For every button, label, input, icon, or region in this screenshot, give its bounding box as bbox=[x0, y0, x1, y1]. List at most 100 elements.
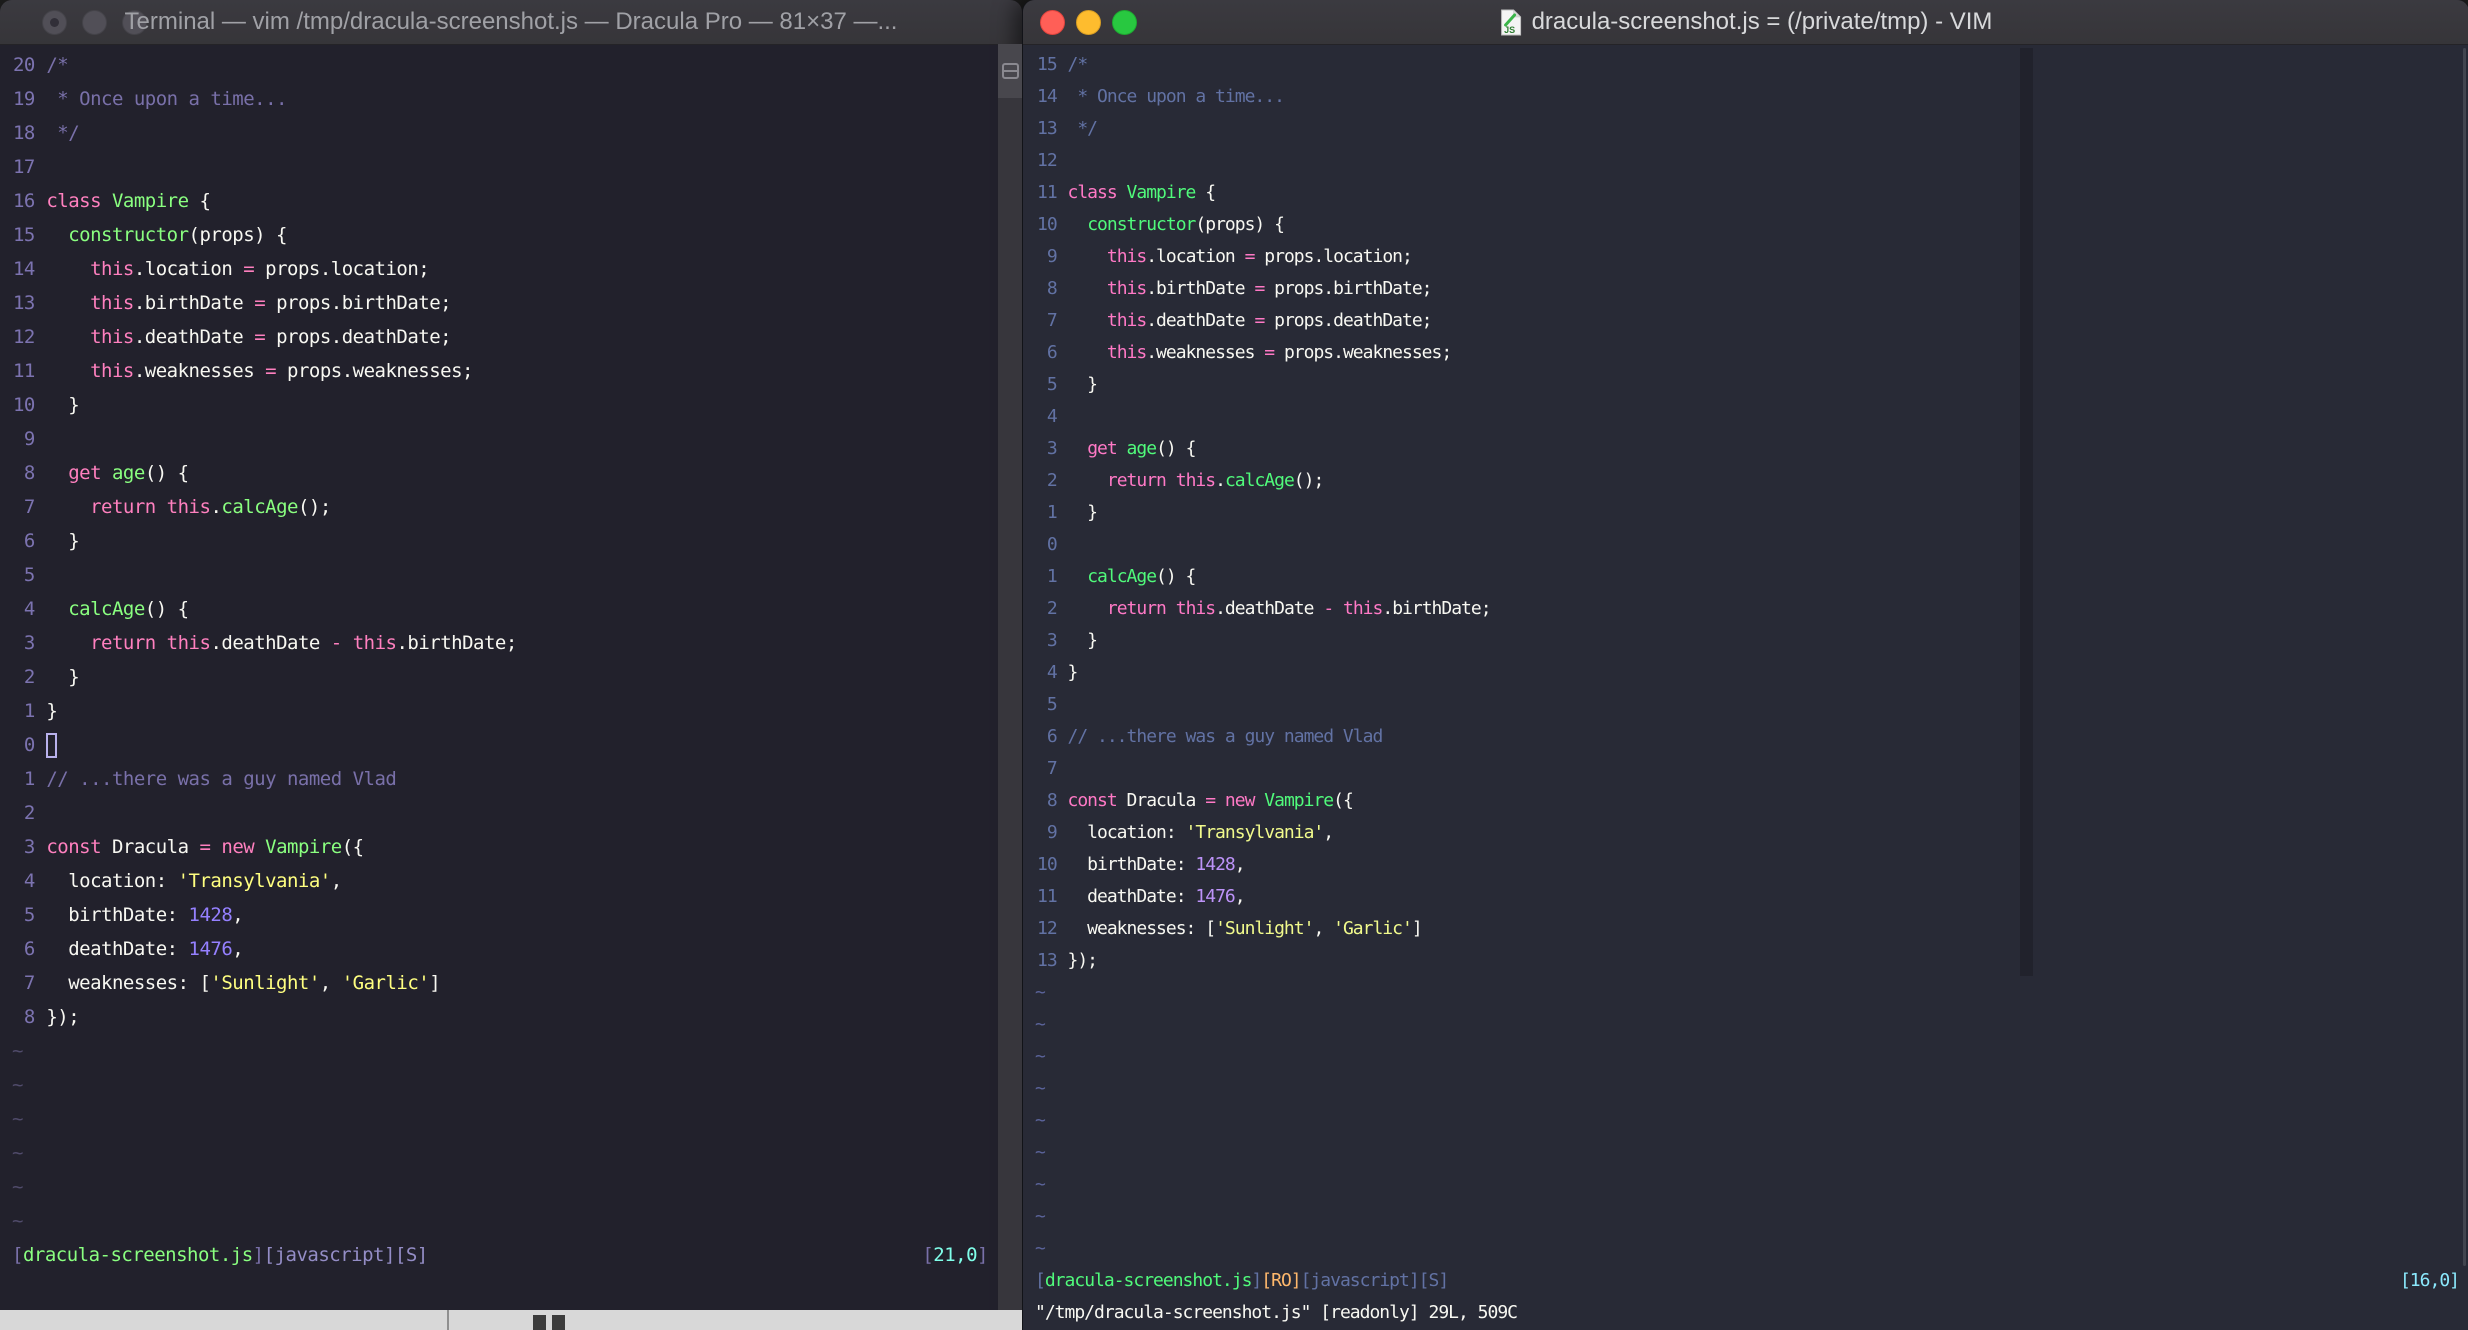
code-line[interactable]: 10 } bbox=[12, 388, 998, 422]
syntax-token: 'Garlic' bbox=[341, 972, 430, 994]
code-line[interactable]: 12 bbox=[1035, 144, 2468, 176]
code-text: this.birthDate = props.birthDate; bbox=[46, 292, 452, 314]
code-line[interactable]: 8 this.birthDate = props.birthDate; bbox=[1035, 272, 2468, 304]
code-line[interactable]: 6 this.weaknesses = props.weaknesses; bbox=[1035, 336, 2468, 368]
syntax-token: .deathDate bbox=[133, 326, 255, 348]
empty-line-tilde: ~ bbox=[12, 1040, 23, 1062]
syntax-token: (props) { bbox=[188, 224, 288, 246]
code-line[interactable]: 6 deathDate: 1476, bbox=[12, 932, 998, 966]
line-number: 2 bbox=[1046, 469, 1058, 491]
syntax-token: - bbox=[1323, 597, 1334, 619]
code-text: /* bbox=[46, 54, 68, 76]
code-text bbox=[46, 732, 58, 758]
code-line[interactable]: 2 return this.calcAge(); bbox=[1035, 464, 2468, 496]
syntax-token: props.weaknesses; bbox=[276, 360, 473, 382]
terminal-titlebar[interactable]: Terminal — vim /tmp/dracula-screenshot.j… bbox=[0, 0, 1022, 45]
code-line[interactable]: 3 const Dracula = new Vampire({ bbox=[12, 830, 998, 864]
syntax-token: , bbox=[1234, 853, 1246, 875]
code-line[interactable]: 5 bbox=[1035, 688, 2468, 720]
vim-buffer-left[interactable]: 20/* 19 * Once upon a time... 18 */17 16 cla… bbox=[0, 44, 998, 1306]
line-number: 8 bbox=[23, 1006, 35, 1028]
code-line[interactable]: 11 deathDate: 1476, bbox=[1035, 880, 2468, 912]
code-line[interactable]: 10 constructor(props) { bbox=[1035, 208, 2468, 240]
code-line[interactable]: 1} bbox=[12, 694, 998, 728]
code-line[interactable]: 8 const Dracula = new Vampire({ bbox=[1035, 784, 2468, 816]
code-line[interactable]: 6 } bbox=[12, 524, 998, 558]
scrollbar-track[interactable] bbox=[2463, 48, 2466, 1266]
code-line[interactable]: 14 this.location = props.location; bbox=[12, 252, 998, 286]
line-number: 3 bbox=[23, 632, 35, 654]
terminal-scrollbar[interactable] bbox=[998, 44, 1022, 1310]
syntax-token: . bbox=[1215, 469, 1226, 491]
code-line[interactable]: 7 bbox=[1035, 752, 2468, 784]
code-line[interactable]: 5 birthDate: 1428, bbox=[12, 898, 998, 932]
code-line[interactable]: 15 /* bbox=[1035, 48, 2468, 80]
code-line[interactable]: 11 this.weaknesses = props.weaknesses; bbox=[12, 354, 998, 388]
code-line[interactable]: 12 weaknesses: ['Sunlight', 'Garlic'] bbox=[1035, 912, 2468, 944]
code-line[interactable]: 11 class Vampire { bbox=[1035, 176, 2468, 208]
syntax-token: get bbox=[68, 462, 102, 484]
syntax-token: this bbox=[90, 258, 134, 280]
syntax-token bbox=[1254, 790, 1264, 811]
code-line[interactable]: 2 } bbox=[12, 660, 998, 694]
code-line[interactable]: 5 bbox=[12, 558, 998, 592]
code-line[interactable]: 6 // ...there was a guy named Vlad bbox=[1035, 720, 2468, 752]
code-line[interactable]: 17 bbox=[12, 150, 998, 184]
code-line[interactable]: 12 this.deathDate = props.deathDate; bbox=[12, 320, 998, 354]
code-line[interactable]: 5 } bbox=[1035, 368, 2468, 400]
line-number: 13 bbox=[1036, 949, 1058, 971]
syntax-token bbox=[46, 258, 90, 280]
code-line[interactable]: 13 this.birthDate = props.birthDate; bbox=[12, 286, 998, 320]
syntax-token: deathDate: bbox=[1067, 885, 1196, 907]
code-line[interactable]: 18 */ bbox=[12, 116, 998, 150]
code-line[interactable]: 1 calcAge() { bbox=[1035, 560, 2468, 592]
code-text: this.weaknesses = props.weaknesses; bbox=[46, 360, 473, 382]
code-line[interactable]: 7 return this.calcAge(); bbox=[12, 490, 998, 524]
code-line[interactable]: 0 bbox=[1035, 528, 2468, 560]
code-line[interactable]: 20 /* bbox=[12, 48, 998, 82]
code-line[interactable]: 7 this.deathDate = props.deathDate; bbox=[1035, 304, 2468, 336]
split-pane-button[interactable] bbox=[998, 44, 1022, 98]
code-line[interactable]: 4 location: 'Transylvania', bbox=[12, 864, 998, 898]
macvim-titlebar[interactable]: JS dracula-screenshot.js = (/private/tmp… bbox=[1023, 0, 2468, 45]
syntax-token bbox=[46, 326, 90, 348]
minimize-button[interactable] bbox=[1076, 9, 1101, 35]
code-line[interactable]: 13}); bbox=[1035, 944, 2468, 976]
zoom-button[interactable] bbox=[1112, 9, 1137, 35]
vim-buffer-right[interactable]: 15/* 14 * Once upon a time... 13 */12 11 cla… bbox=[1023, 44, 2468, 1328]
syntax-token: // ...there was a guy named Vlad bbox=[46, 768, 397, 790]
line-number: 0 bbox=[1046, 533, 1058, 555]
line-number: 11 bbox=[12, 360, 35, 382]
code-line[interactable]: 4} bbox=[1035, 656, 2468, 688]
code-line[interactable]: 15 constructor(props) { bbox=[12, 218, 998, 252]
code-line[interactable]: 2 return this.deathDate - this.birthDate… bbox=[1035, 592, 2468, 624]
code-line[interactable]: 4 calcAge() { bbox=[12, 592, 998, 626]
code-line[interactable]: 8 get age() { bbox=[12, 456, 998, 490]
code-line[interactable]: 1 } bbox=[1035, 496, 2468, 528]
code-line[interactable]: 7 weaknesses: ['Sunlight', 'Garlic'] bbox=[12, 966, 998, 1000]
code-line[interactable]: 0 bbox=[12, 728, 998, 762]
empty-line-tilde: ~ bbox=[1035, 1173, 1046, 1195]
code-line[interactable]: 3 get age() { bbox=[1035, 432, 2468, 464]
code-line[interactable]: 2 bbox=[12, 796, 998, 830]
code-line[interactable]: 1 // ...there was a guy named Vlad bbox=[12, 762, 998, 796]
code-line[interactable]: 19 * Once upon a time... bbox=[12, 82, 998, 116]
code-line[interactable]: 8}); bbox=[12, 1000, 998, 1034]
close-button[interactable] bbox=[1040, 9, 1065, 35]
code-line[interactable]: 13 */ bbox=[1035, 112, 2468, 144]
code-line[interactable]: 16 class Vampire { bbox=[12, 184, 998, 218]
code-line[interactable]: 3 return this.deathDate - this.birthDate… bbox=[12, 626, 998, 660]
code-line[interactable]: 4 bbox=[1035, 400, 2468, 432]
minimize-button[interactable] bbox=[82, 9, 107, 35]
code-line[interactable]: 9 this.location = props.location; bbox=[1035, 240, 2468, 272]
code-line[interactable]: 14 * Once upon a time... bbox=[1035, 80, 2468, 112]
line-number: 15 bbox=[12, 224, 35, 246]
syntax-token: } bbox=[1067, 373, 1098, 395]
syntax-token: .location bbox=[133, 258, 244, 280]
code-line[interactable]: 3 } bbox=[1035, 624, 2468, 656]
tilde-row: ~ bbox=[1035, 976, 2468, 1008]
code-line[interactable]: 10 birthDate: 1428, bbox=[1035, 848, 2468, 880]
code-line[interactable]: 9 location: 'Transylvania', bbox=[1035, 816, 2468, 848]
code-line[interactable]: 9 bbox=[12, 422, 998, 456]
close-button[interactable] bbox=[42, 9, 67, 35]
